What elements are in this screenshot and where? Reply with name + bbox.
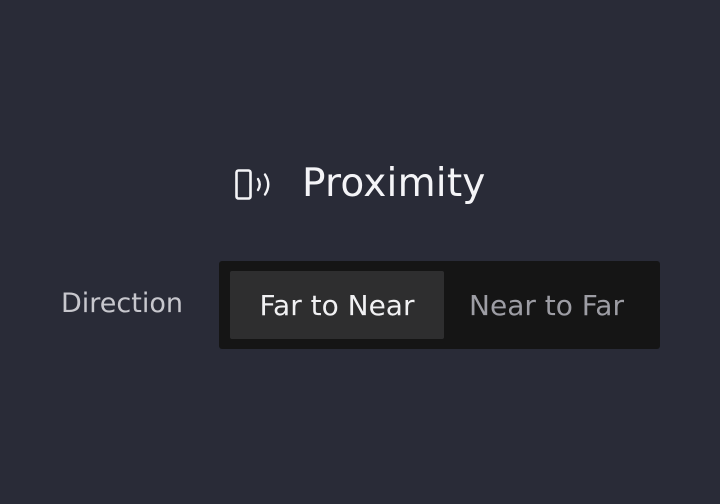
proximity-header: Proximity — [232, 160, 486, 208]
segment-far-to-near[interactable]: Far to Near — [230, 271, 444, 339]
direction-label: Direction — [61, 288, 183, 319]
page-title: Proximity — [302, 161, 486, 206]
direction-segmented-control: Far to Near Near to Far — [219, 261, 660, 349]
phone-proximity-icon — [232, 164, 278, 204]
segment-near-to-far[interactable]: Near to Far — [444, 271, 649, 339]
